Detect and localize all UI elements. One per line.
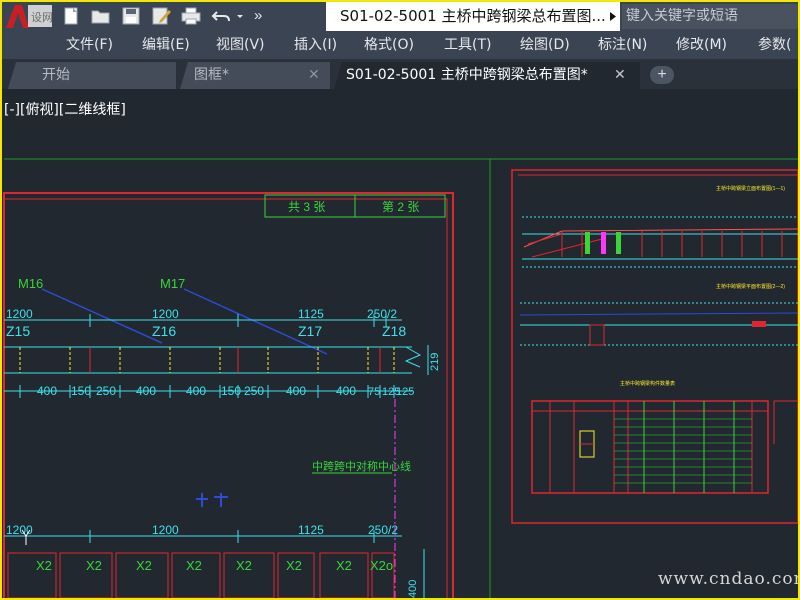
vertical-dimension: 400 — [407, 580, 419, 598]
save-as-icon[interactable] — [150, 6, 172, 26]
x-label: X2o — [370, 558, 393, 573]
close-icon[interactable]: ✕ — [308, 62, 320, 89]
plot-icon[interactable] — [180, 6, 202, 26]
title-block-sheet: 第 2 张 — [382, 200, 419, 214]
svg-text:主桥中跨钢梁平面布置图(2—2): 主桥中跨钢梁平面布置图(2—2) — [716, 283, 785, 290]
dimension-text: 250 — [244, 384, 264, 398]
menu-insert[interactable]: 插入(I) — [294, 31, 337, 59]
menu-parametric[interactable]: 参数( — [758, 31, 791, 59]
member-line — [41, 288, 163, 344]
watermark: www.cndao.com — [658, 569, 800, 589]
section-label: Z15 — [6, 323, 30, 339]
menu-view[interactable]: 视图(V) — [216, 31, 265, 59]
dimension-text: 150 — [71, 384, 91, 398]
dimension-text: 1200 — [152, 307, 179, 321]
tab-frame[interactable]: 图框* ✕ — [180, 62, 330, 89]
member-label: M17 — [160, 276, 185, 291]
undo-icon[interactable] — [210, 6, 232, 26]
close-icon[interactable]: ✕ — [614, 62, 626, 89]
title-block-total: 共 3 张 — [288, 200, 325, 214]
dimension-text: 400 — [37, 384, 57, 398]
dimension-text: 1200 — [6, 307, 33, 321]
section-label: Z16 — [152, 323, 176, 339]
blue-label-fragment — [196, 493, 228, 507]
dimension-text: 400 — [336, 384, 356, 398]
member-label: M16 — [18, 276, 43, 291]
dimension-text: 400 — [186, 384, 206, 398]
dimension-text: 400 — [136, 384, 156, 398]
right-sheet-thumbnail: 主桥中跨钢梁立面布置图(1—1) 主桥中跨钢梁平面布置图(2—2) 主桥中跨钢梁… — [511, 169, 798, 524]
svg-text:设网: 设网 — [31, 11, 53, 24]
dimension-text: 250/2 — [368, 523, 398, 537]
dimension-text: 1200 — [152, 523, 179, 537]
title-arrow-icon[interactable] — [606, 2, 620, 31]
drawing-viewport[interactable]: 共 3 张 第 2 张 M16 M17 1200 1200 1125 250/2… — [2, 89, 798, 598]
sheet-inner-frame — [3, 198, 448, 598]
menu-dimension[interactable]: 标注(N) — [598, 31, 647, 59]
dimension-text: 75 — [368, 386, 380, 398]
menu-modify[interactable]: 修改(M) — [676, 31, 727, 59]
undo-dropdown-icon[interactable] — [234, 6, 246, 26]
centerline-note: 中跨跨中对称中心线 — [312, 459, 411, 473]
svg-text:主桥中跨钢梁构件数量表: 主桥中跨钢梁构件数量表 — [620, 380, 675, 387]
member-line — [183, 288, 328, 355]
section-label: Z17 — [298, 323, 322, 339]
open-folder-icon[interactable] — [90, 6, 112, 26]
x-label: X2 — [86, 558, 102, 573]
menu-tools[interactable]: 工具(T) — [444, 31, 491, 59]
dimension-text: 400 — [286, 384, 306, 398]
x-label: X2 — [36, 558, 52, 573]
tab-active-label: S01-02-5001 主桥中跨钢梁总布置图* — [346, 67, 588, 83]
dimension-text: 250 — [96, 384, 116, 398]
x-label: X2 — [186, 558, 202, 573]
search-input[interactable]: 键入关键字或短语 — [622, 4, 798, 29]
x-label: X2 — [286, 558, 302, 573]
dimension-text: 125 — [396, 386, 414, 398]
menu-bar: 文件(F) 编辑(E) 视图(V) 插入(I) 格式(O) 工具(T) 绘图(D… — [2, 31, 798, 59]
x-label: X2 — [236, 558, 252, 573]
dimension-text: 250/2 — [367, 307, 397, 321]
new-file-icon[interactable] — [60, 6, 82, 26]
x-label: X2 — [336, 558, 352, 573]
dimension-text: 1125 — [298, 307, 324, 321]
tab-start[interactable]: 开始 — [8, 62, 176, 89]
menu-draw[interactable]: 绘图(D) — [520, 31, 570, 59]
new-tab-plus-icon[interactable]: + — [650, 66, 674, 84]
title-bar: 设网 » S01-02-5001 主桥中跨钢梁总布置图.... 键入关键字或短语 — [2, 2, 798, 31]
dimension-text: 150 — [221, 384, 241, 398]
menu-edit[interactable]: 编辑(E) — [142, 31, 190, 59]
more-tools-icon[interactable]: » — [254, 6, 270, 26]
svg-text:主桥中跨钢梁立面布置图(1—1): 主桥中跨钢梁立面布置图(1—1) — [716, 185, 785, 192]
menu-format[interactable]: 格式(O) — [364, 31, 414, 59]
viewport-controls-label[interactable]: [-][俯视][二维线框] — [4, 99, 126, 119]
autocad-logo-icon[interactable]: 设网 — [2, 2, 54, 31]
break-line — [404, 346, 422, 368]
height-dimension: 219 — [429, 353, 441, 371]
stiffener-lines — [19, 347, 395, 373]
menu-file[interactable]: 文件(F) — [66, 31, 113, 59]
dimension-text: 1125 — [298, 523, 324, 537]
x-label: X2 — [136, 558, 152, 573]
document-title: S01-02-5001 主桥中跨钢梁总布置图.... — [326, 2, 606, 31]
cad-drawing: 共 3 张 第 2 张 M16 M17 1200 1200 1125 250/2… — [3, 158, 798, 598]
file-tab-bar: 开始 图框* ✕ S01-02-5001 主桥中跨钢梁总布置图* ✕ + — [2, 59, 798, 89]
section-label: Z18 — [382, 323, 406, 339]
dimension-text: 1200 — [6, 523, 33, 537]
tab-active-drawing[interactable]: S01-02-5001 主桥中跨钢梁总布置图* ✕ — [334, 62, 640, 89]
tab-start-label: 开始 — [42, 67, 70, 83]
tab-frame-label: 图框* — [194, 67, 229, 83]
application-window: 设网 » S01-02-5001 主桥中跨钢梁总布置图.... 键入关键字或短语… — [0, 0, 800, 600]
save-icon[interactable] — [120, 6, 142, 26]
